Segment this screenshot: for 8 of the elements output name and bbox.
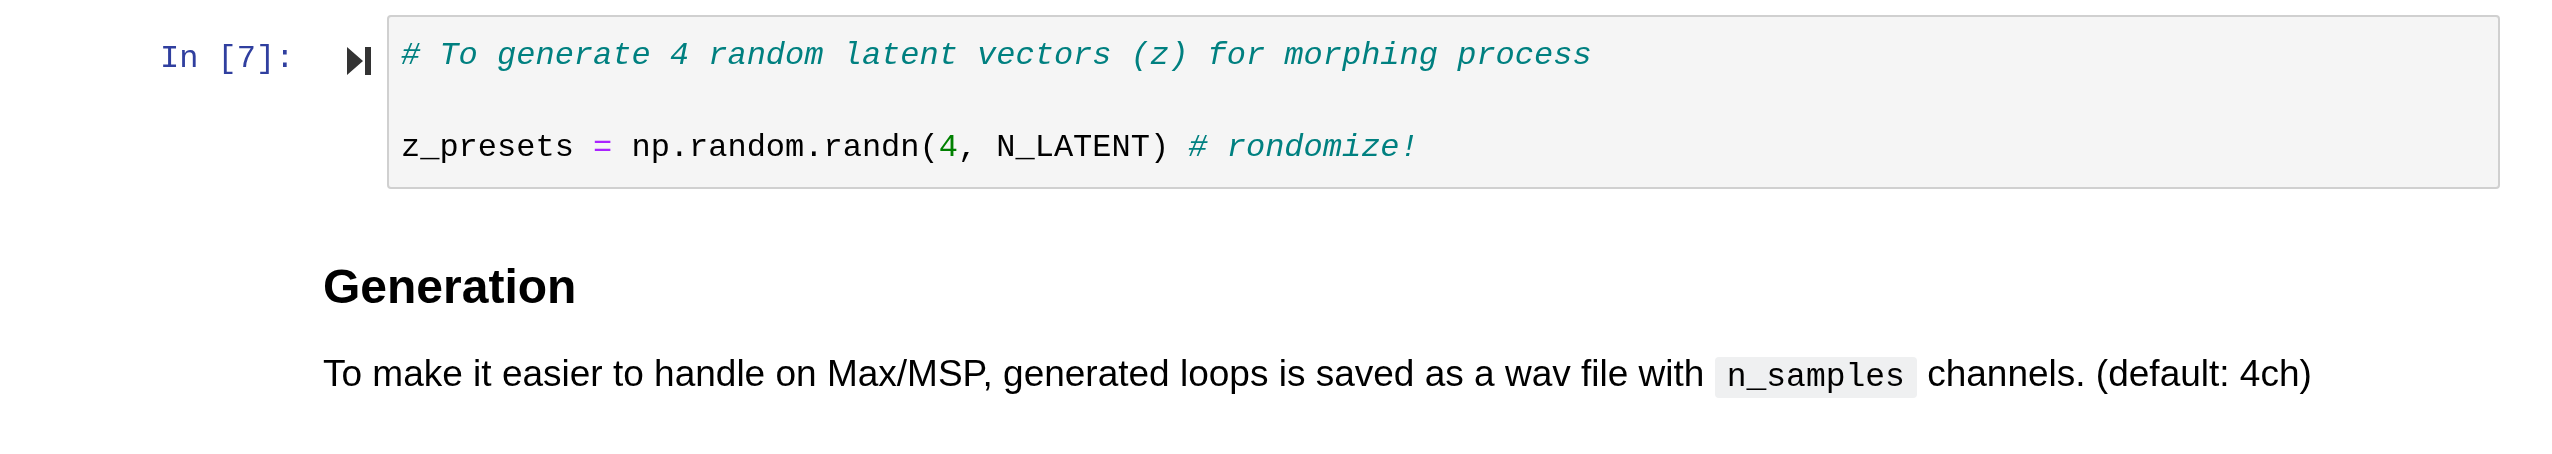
code-line: z_presets = np.random.randn(4, N_LATENT) # rondomize! [401,129,1419,166]
section-heading: Generation [323,259,578,315]
paragraph: To make it easier to handle on Max/MSP, generated loops is saved as a wav file with n_samples channels. (default: 4ch) [323,352,2313,400]
code-line: # To generate 4 random latent vectors (z) for morphing process [401,37,1592,74]
cell-prompt: In [7]: [160,39,295,79]
run-cell-icon[interactable] [345,45,373,77]
inline-code: n_samples [1714,357,1917,398]
code-editor[interactable]: # To generate 4 random latent vectors (z) for morphing process z_presets = np.random.randn(4, N_LATENT) # rondomize! [387,15,2500,189]
